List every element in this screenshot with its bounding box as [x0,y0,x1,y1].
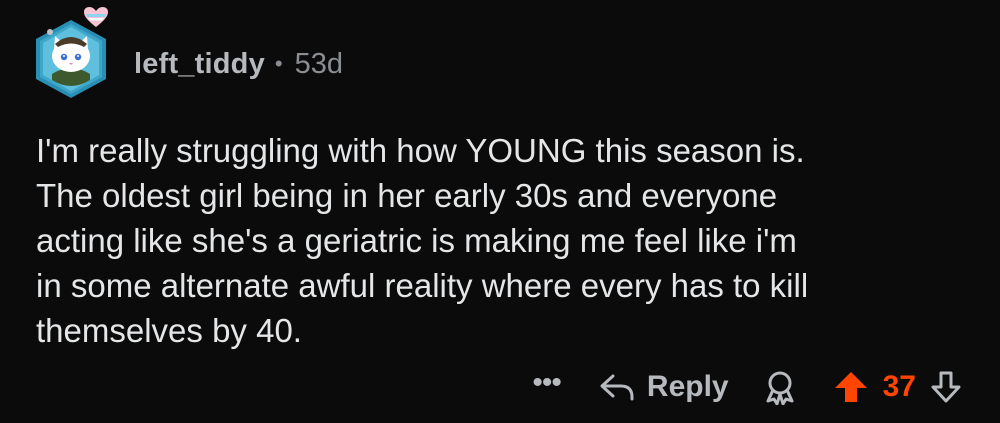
upvote-button[interactable] [833,370,869,404]
comment-actions: ••• Reply 37 [532,362,962,412]
upvote-icon [834,372,867,402]
award-button[interactable] [763,369,797,405]
reply-button[interactable]: Reply [599,370,729,404]
comment-line: The oldest girl being in her early 30s a… [36,177,778,214]
comment-line: in some alternate awful reality where ev… [36,267,809,304]
comment-line: I'm really struggling with how YOUNG thi… [36,132,805,169]
avatar[interactable] [30,7,112,98]
meta-separator: • [274,51,283,76]
comment-meta: left_tiddy • 53d [134,44,343,84]
comment-line: themselves by 40. [36,312,302,349]
downvote-icon [931,371,961,403]
comment-age: 53d [294,47,343,80]
comment: left_tiddy • 53d I'm really struggling w… [0,0,1000,423]
username[interactable]: left_tiddy [134,48,265,81]
reply-label: Reply [646,370,729,403]
award-icon [766,371,794,405]
vote-score: 37 [882,370,916,403]
downvote-button[interactable] [930,370,962,404]
heart-icon [84,7,108,27]
comment-line: acting like she's a geriatric is making … [36,222,797,259]
comment-body: I'm really struggling with how YOUNG thi… [36,128,976,353]
more-options-button[interactable]: ••• [532,368,561,398]
reply-icon [600,374,634,401]
